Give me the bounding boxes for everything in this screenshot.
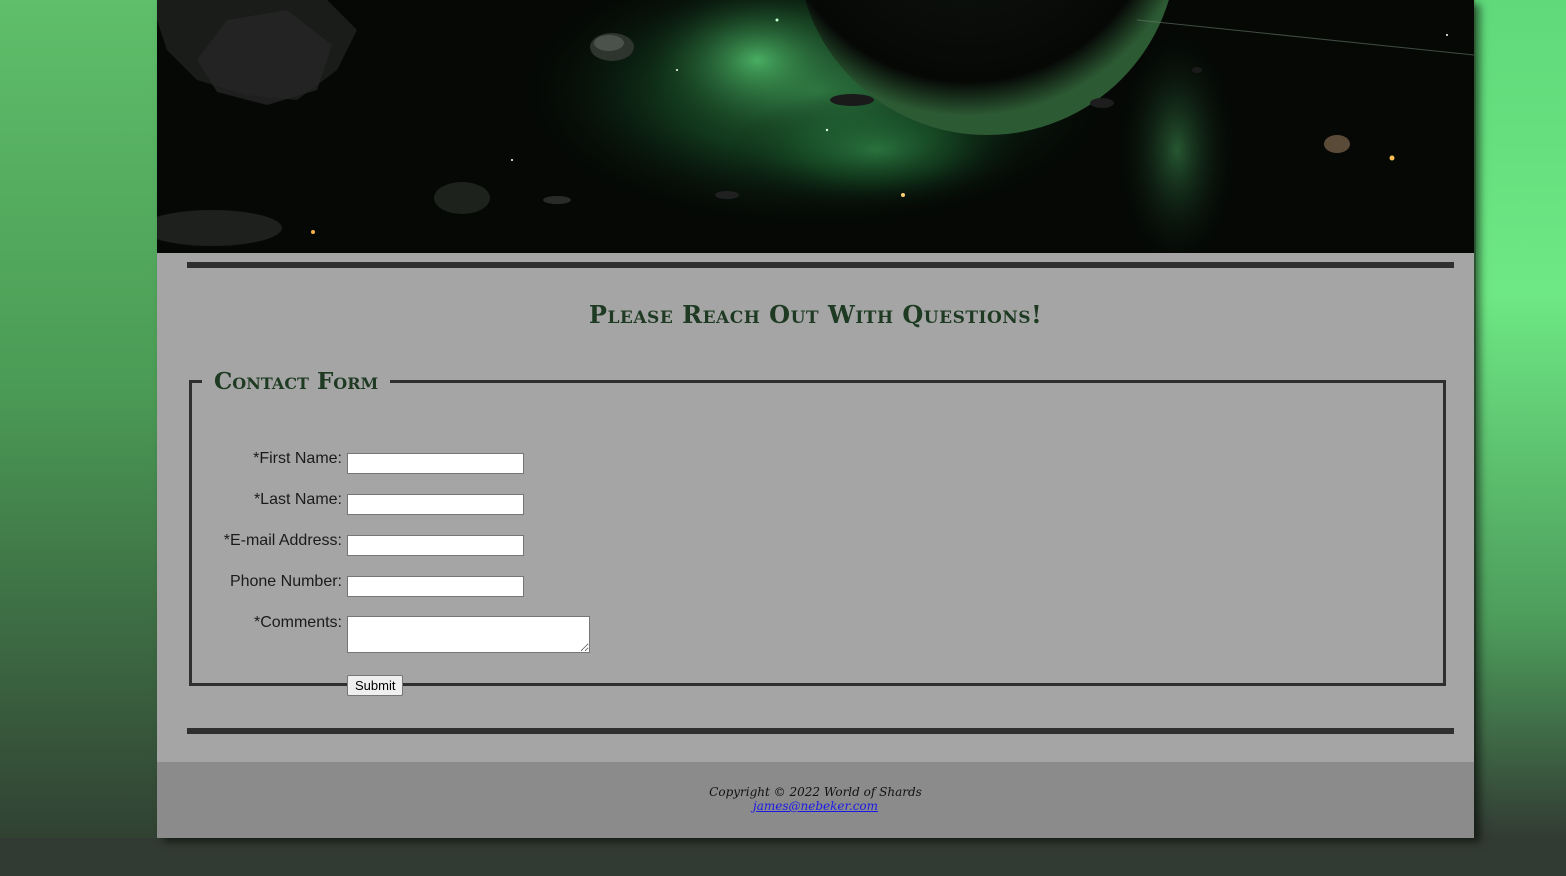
- page-bottom-strip: [0, 838, 1566, 876]
- phone-input[interactable]: [347, 576, 524, 597]
- email-label: *E-mail Address:: [223, 532, 342, 549]
- email-link[interactable]: james@nebeker.com: [157, 799, 1474, 813]
- submit-button[interactable]: Submit: [347, 675, 404, 696]
- space-banner-art: [157, 0, 1474, 253]
- comments-textarea[interactable]: [347, 616, 590, 653]
- site-footer: Copyright © 2022 World of Shards james@n…: [157, 762, 1474, 838]
- contact-form: Contact Form *First Name: *Last Name: *E…: [189, 368, 1446, 696]
- last-name-input[interactable]: [347, 494, 524, 515]
- phone-label: Phone Number:: [229, 573, 342, 590]
- page-heading: Please Reach Out With Questions!: [588, 300, 1043, 329]
- first-name-label: *First Name:: [253, 450, 342, 467]
- last-name-label: *Last Name:: [253, 491, 342, 508]
- comments-label: *Comments:: [253, 614, 342, 631]
- top-divider: [187, 262, 1454, 268]
- page-container: Please Reach Out With Questions! Contact…: [157, 0, 1474, 838]
- email-input[interactable]: [347, 535, 524, 556]
- header-banner-image: [157, 0, 1474, 253]
- background-glow: [1476, 0, 1566, 838]
- bottom-divider: [187, 728, 1454, 734]
- copyright-text: Copyright © 2022 World of Shards: [709, 785, 922, 799]
- first-name-input[interactable]: [347, 453, 524, 474]
- contact-form-legend: Contact Form: [214, 368, 379, 395]
